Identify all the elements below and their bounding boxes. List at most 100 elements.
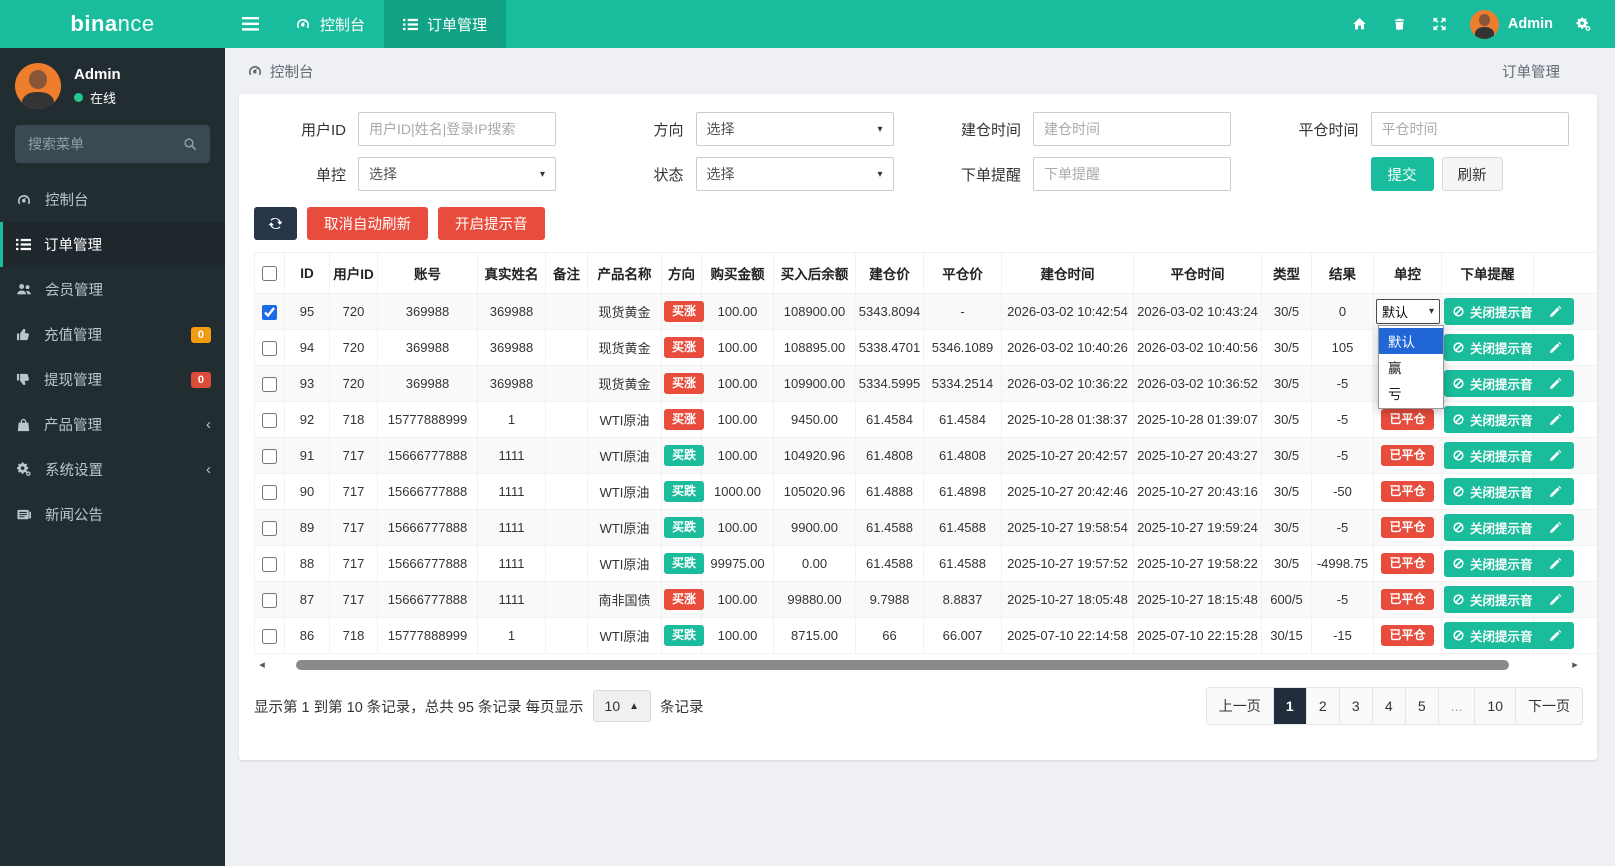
row-checkbox[interactable] — [262, 593, 277, 608]
column-header[interactable]: 下单提醒 — [1442, 253, 1534, 294]
submit-button[interactable]: 提交 — [1371, 157, 1434, 191]
sidebar-item-6[interactable]: 系统设置‹ — [0, 447, 225, 492]
edit-button[interactable] — [1536, 370, 1574, 397]
edit-button[interactable] — [1536, 406, 1574, 433]
column-header[interactable]: 建仓价 — [856, 253, 924, 294]
user-menu[interactable]: Admin — [1460, 10, 1563, 39]
cell-type: 30/15 — [1262, 618, 1312, 654]
edit-button[interactable] — [1536, 622, 1574, 649]
dropdown-option[interactable]: 亏 — [1379, 380, 1443, 406]
status-select[interactable]: 选择▾ — [696, 157, 894, 191]
mute-alert-button[interactable]: 关闭提示音 — [1444, 442, 1541, 469]
page-button-1[interactable]: 1 — [1273, 688, 1306, 724]
user-id-input[interactable] — [358, 112, 556, 146]
refresh-button[interactable]: 刷新 — [1442, 157, 1503, 191]
edit-button[interactable] — [1536, 298, 1574, 325]
row-checkbox[interactable] — [262, 485, 277, 500]
column-header[interactable]: 结果 — [1312, 253, 1374, 294]
sidebar-item-1[interactable]: 订单管理 — [0, 222, 225, 267]
scroll-right-icon[interactable]: ▸ — [1567, 658, 1583, 671]
row-control-select[interactable]: 默认▾ — [1376, 299, 1440, 324]
clear-cache-button[interactable] — [1380, 0, 1420, 48]
sidebar-item-4[interactable]: 提现管理0 — [0, 357, 225, 402]
mute-alert-button[interactable]: 关闭提示音 — [1444, 514, 1541, 541]
page-button-3[interactable]: 3 — [1339, 688, 1372, 724]
open-time-input[interactable] — [1033, 112, 1231, 146]
sidebar-item-7[interactable]: 新闻公告 — [0, 492, 225, 537]
edit-button[interactable] — [1536, 550, 1574, 577]
row-checkbox[interactable] — [262, 557, 277, 572]
mute-alert-button[interactable]: 关闭提示音 — [1444, 586, 1541, 613]
column-header[interactable]: 平仓价 — [924, 253, 1002, 294]
edit-button[interactable] — [1536, 586, 1574, 613]
page-button-5[interactable]: 5 — [1405, 688, 1438, 724]
cell-type: 30/5 — [1262, 510, 1312, 546]
cell-uid: 717 — [330, 438, 378, 474]
row-checkbox[interactable] — [262, 629, 277, 644]
cell-product: WTI原油 — [588, 438, 662, 474]
column-header[interactable]: 用户ID — [330, 253, 378, 294]
brand-logo[interactable]: binance — [0, 0, 225, 48]
edit-button[interactable] — [1536, 442, 1574, 469]
scroll-left-icon[interactable]: ◂ — [254, 658, 270, 671]
sidebar-item-0[interactable]: 控制台 — [0, 177, 225, 222]
column-header[interactable]: 平仓时间 — [1134, 253, 1262, 294]
prev-page-button[interactable]: 上一页 — [1207, 688, 1273, 724]
page-button-10[interactable]: 10 — [1474, 688, 1515, 724]
sidebar-search-input[interactable]: 搜索菜单 — [15, 125, 210, 163]
topnav-item-dashboard[interactable]: 控制台 — [276, 0, 384, 48]
dropdown-option[interactable]: 默认 — [1379, 328, 1443, 354]
edit-button[interactable] — [1536, 514, 1574, 541]
column-header[interactable]: 购买金额 — [702, 253, 774, 294]
mute-alert-button[interactable]: 关闭提示音 — [1444, 370, 1541, 397]
scrollbar-thumb[interactable] — [296, 660, 1509, 670]
mute-alert-button[interactable]: 关闭提示音 — [1444, 334, 1541, 361]
column-header[interactable]: 建仓时间 — [1002, 253, 1134, 294]
column-header[interactable]: 账号 — [378, 253, 478, 294]
mute-alert-button[interactable]: 关闭提示音 — [1444, 622, 1541, 649]
direction-select[interactable]: 选择▾ — [696, 112, 894, 146]
mute-alert-button[interactable]: 关闭提示音 — [1444, 478, 1541, 505]
edit-button[interactable] — [1536, 478, 1574, 505]
row-checkbox[interactable] — [262, 413, 277, 428]
sidebar-toggle-button[interactable] — [225, 0, 276, 48]
column-header[interactable]: 真实姓名 — [478, 253, 546, 294]
sidebar-item-3[interactable]: 充值管理0 — [0, 312, 225, 357]
column-header[interactable]: 买入后余额 — [774, 253, 856, 294]
column-header[interactable]: 备注 — [546, 253, 588, 294]
select-all-checkbox[interactable] — [262, 266, 277, 281]
row-checkbox[interactable] — [262, 377, 277, 392]
fullscreen-button[interactable] — [1420, 0, 1460, 48]
page-button-2[interactable]: 2 — [1306, 688, 1339, 724]
page-button-4[interactable]: 4 — [1372, 688, 1405, 724]
sidebar-item-5[interactable]: 产品管理‹ — [0, 402, 225, 447]
dropdown-option[interactable]: 赢 — [1379, 354, 1443, 380]
column-header[interactable]: ID — [285, 253, 330, 294]
row-checkbox[interactable] — [262, 341, 277, 356]
topnav-item-orders[interactable]: 订单管理 — [384, 0, 506, 48]
row-checkbox[interactable] — [262, 305, 277, 320]
column-header[interactable]: 单控 — [1374, 253, 1442, 294]
mute-alert-button[interactable]: 关闭提示音 — [1444, 550, 1541, 577]
settings-button[interactable] — [1563, 0, 1603, 48]
table-refresh-button[interactable] — [254, 207, 297, 240]
control-select[interactable]: 选择▾ — [358, 157, 556, 191]
column-header[interactable]: 类型 — [1262, 253, 1312, 294]
close-time-input[interactable] — [1371, 112, 1569, 146]
reminder-input[interactable] — [1033, 157, 1231, 191]
cancel-auto-refresh-button[interactable]: 取消自动刷新 — [307, 207, 428, 240]
column-header[interactable]: 产品名称 — [588, 253, 662, 294]
cell-id: 90 — [285, 474, 330, 510]
home-button[interactable] — [1340, 0, 1380, 48]
row-checkbox[interactable] — [262, 521, 277, 536]
mute-alert-button[interactable]: 关闭提示音 — [1444, 406, 1541, 433]
column-header[interactable]: 方向 — [662, 253, 702, 294]
enable-sound-button[interactable]: 开启提示音 — [438, 207, 545, 240]
page-size-select[interactable]: 10 ▲ — [593, 690, 651, 722]
next-page-button[interactable]: 下一页 — [1515, 688, 1582, 724]
sidebar-item-2[interactable]: 会员管理 — [0, 267, 225, 312]
page-ellipsis[interactable]: ... — [1438, 688, 1475, 724]
mute-alert-button[interactable]: 关闭提示音 — [1444, 298, 1541, 325]
row-checkbox[interactable] — [262, 449, 277, 464]
edit-button[interactable] — [1536, 334, 1574, 361]
